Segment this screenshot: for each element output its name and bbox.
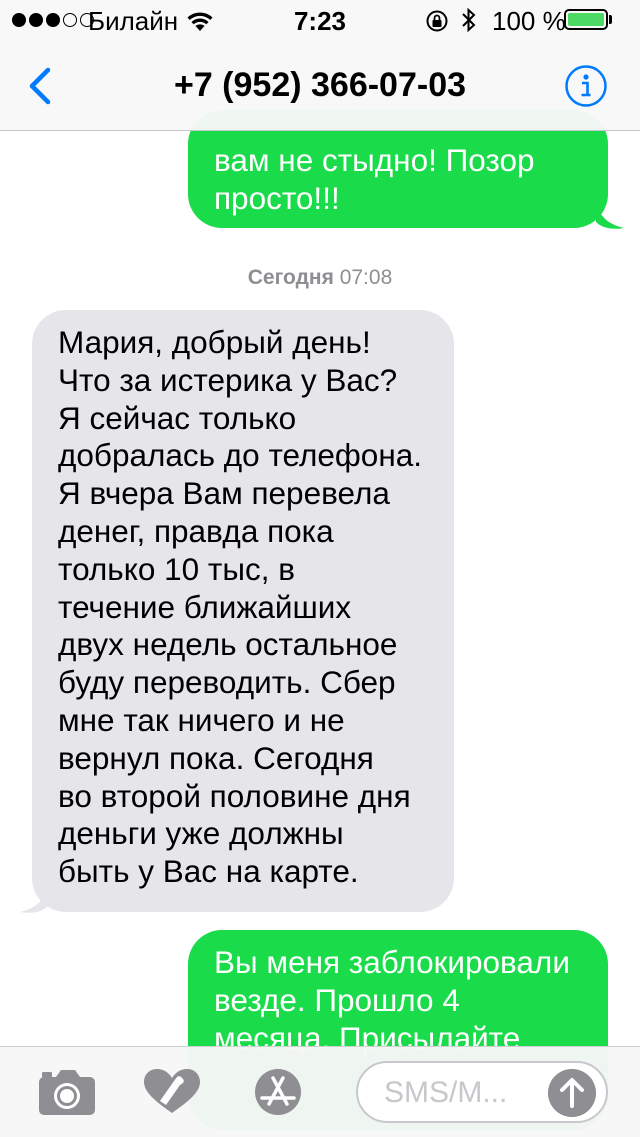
battery-percent: 100 % — [492, 6, 566, 36]
camera-icon[interactable] — [36, 1067, 100, 1117]
message-text: вам не стыдно! Позор просто!!! — [214, 142, 535, 216]
message-input-toolbar — [0, 1046, 640, 1137]
message-timestamp: Сегодня 07:08 — [0, 266, 640, 290]
nav-bar: +7 (952) 366-07-03 — [0, 40, 640, 131]
bubble-tail — [20, 884, 48, 913]
timestamp-day: Сегодня — [247, 266, 334, 289]
message-input-field[interactable] — [356, 1061, 608, 1123]
message-text: Мария, добрый день! Что за истерика у Ва… — [58, 324, 422, 890]
incoming-message-bubble[interactable]: Мария, добрый день! Что за истерика у Ва… — [32, 310, 454, 912]
chevron-left-icon[interactable] — [24, 64, 64, 108]
heart-touch-icon[interactable] — [140, 1067, 204, 1117]
info-icon[interactable] — [564, 64, 608, 108]
bubble-tail — [596, 200, 624, 229]
battery-tip — [609, 15, 612, 24]
timestamp-time: 07:08 — [339, 266, 393, 289]
app-store-icon[interactable] — [246, 1067, 310, 1117]
message-text: Вы меня заблокировали везде. Прошло 4 ме… — [214, 944, 570, 1056]
rotation-lock-icon — [426, 10, 448, 32]
arrow-up-icon[interactable] — [548, 1069, 596, 1117]
sms-input[interactable] — [382, 1073, 546, 1113]
status-bar: Билайн 7:23 100 % — [0, 0, 640, 40]
bluetooth-icon — [462, 7, 476, 33]
battery-icon — [564, 9, 608, 30]
conversation-title[interactable]: +7 (952) 366-07-03 — [100, 64, 540, 106]
